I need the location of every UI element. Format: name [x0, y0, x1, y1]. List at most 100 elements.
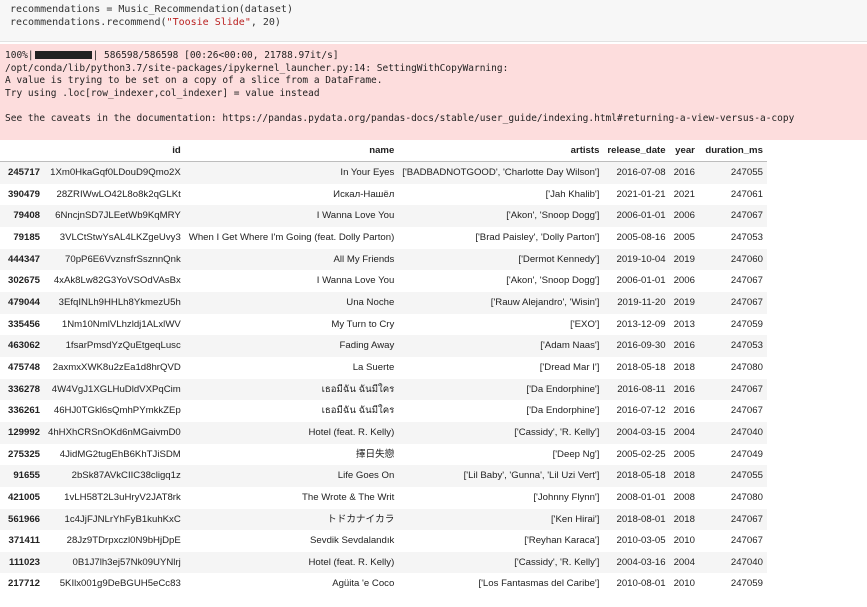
- row-index: 479044: [7, 296, 40, 308]
- table-cell: 2016-09-30: [616, 340, 666, 352]
- table-cell: ['BADBADNOTGOOD', 'Charlotte Day Wilson'…: [402, 167, 600, 178]
- table-cell: 70pP6E6VvznsfrSsznnQnk: [65, 253, 181, 265]
- table-cell: ['Akon', 'Snoop Dogg']: [506, 275, 600, 287]
- column-header-duration-ms: duration_ms: [698, 141, 767, 162]
- table-cell: 2018: [673, 470, 695, 482]
- stderr-output: 100%| | 586598/586598 [00:26<00:00, 21788…: [0, 44, 867, 140]
- table-cell: Искал-Нашёл: [333, 188, 395, 200]
- table-cell: 247055: [730, 470, 763, 482]
- table-cell: ['Reyhan Karaca']: [524, 535, 600, 547]
- table-cell: 2016-07-12: [616, 405, 666, 417]
- table-cell: Fading Away: [339, 340, 395, 352]
- table-cell: Hotel (feat. R. Kelly): [308, 556, 395, 568]
- table-cell: 2016: [673, 340, 695, 352]
- table-cell: 247049: [730, 448, 763, 460]
- table-cell: 247080: [730, 491, 763, 503]
- table-cell: ['Cassidy', 'R. Kelly']: [514, 556, 600, 568]
- progress-line: 100%| | 586598/586598 [00:26<00:00, 21788…: [5, 50, 339, 61]
- table-cell: 2004-03-15: [616, 426, 666, 438]
- table-cell: ['Da Endorphine']: [526, 383, 600, 395]
- table-row: 444347 70pP6E6VvznsfrSsznnQnk All My Frien…: [0, 248, 767, 271]
- table-cell: 2018-05-18: [616, 361, 666, 373]
- table-cell: 247067: [730, 513, 763, 525]
- table-cell: 1c4JjFJNLrYhFyB1kuhKxC: [64, 513, 181, 525]
- row-index: 275325: [7, 448, 40, 460]
- table-row: 336278 4W4VgJ1XGLHuDldVXPqCim เธอมีฉัน ฉัน…: [0, 378, 767, 401]
- table-cell: 2008-01-01: [616, 491, 666, 503]
- table-cell: 247061: [730, 188, 763, 200]
- table-cell: トドカナイカラ: [327, 513, 395, 525]
- table-cell: ['Cassidy', 'R. Kelly']: [514, 426, 600, 438]
- table-cell: 247053: [730, 231, 763, 243]
- table-cell: ['Ken Hirai']: [550, 513, 600, 525]
- table-cell: 2016: [673, 383, 695, 395]
- table-cell: 2021: [673, 188, 695, 200]
- table-row: 479044 3EfqINLh9HHLh8YkmezU5h Una Noche ['R…: [0, 291, 767, 314]
- table-cell: 4W4VgJ1XGLHuDldVXPqCim: [51, 383, 181, 395]
- table-cell: 2006-01-01: [616, 210, 666, 222]
- table-cell: 2016: [673, 405, 695, 417]
- table-cell: I Wanna Love You: [316, 210, 395, 222]
- progress-percent: 100%|: [5, 50, 34, 61]
- index-header: [0, 141, 44, 162]
- table-row: 463062 1fsarPmsdYzQuEtgeqLusc Fading Away […: [0, 335, 767, 357]
- table-row: 561966 1c4JjFJNLrYhFyB1kuhKxC トドカナイカラ ['Ken…: [0, 508, 767, 531]
- table-cell: 2021-01-21: [616, 188, 666, 200]
- table-cell: ['Rauw Alejandro', 'Wisin']: [490, 296, 600, 308]
- table-cell: 247067: [730, 383, 763, 395]
- warning-line: /opt/conda/lib/python3.7/site-packages/i…: [5, 62, 509, 74]
- table-row: 111023 0B1J7lh3ej57Nk09UYNlrj Hotel (feat.…: [0, 551, 767, 574]
- row-index: 371411: [8, 535, 40, 547]
- table-row: 475748 2axmxXWK8u2zEa1d8hrQVD La Suerte ['D…: [0, 356, 767, 379]
- table-cell: 2005-02-25: [616, 448, 666, 460]
- table-cell: ['Lil Baby', 'Gunna', 'Lil Uzi Vert']: [463, 470, 600, 482]
- table-cell: ['Johnny Flynn']: [533, 491, 600, 503]
- table-cell: Hotel (feat. R. Kelly): [308, 426, 395, 438]
- progress-stats: | 586598/586598 [00:26<00:00, 21788.97it…: [92, 50, 339, 61]
- table-cell: 46HJ0TGkl6sQmhPYmkkZEp: [53, 405, 181, 417]
- table-row: 390479 28ZRIWwLO42L8o8k2qGLKt Искал-Нашёл […: [0, 183, 767, 206]
- table-cell: 2006: [673, 210, 695, 222]
- code-line-1: recommendations = Music_Recommendation(d…: [10, 4, 293, 15]
- table-cell: 247067: [730, 210, 763, 222]
- table-cell: 247040: [730, 556, 763, 568]
- warning-line: See the caveats in the documentation: ht…: [5, 112, 795, 124]
- table-cell: Sevdik Sevdalandık: [310, 535, 395, 547]
- row-index: 463062: [7, 340, 40, 352]
- table-cell: 1Nm10NmlVLhzldj1ALxlWV: [61, 318, 181, 330]
- table-cell: 2013: [673, 318, 695, 330]
- table-cell: 2019-10-04: [616, 253, 666, 265]
- code-cell-input[interactable]: recommendations = Music_Recommendation(d…: [0, 0, 867, 42]
- row-index: 336261: [7, 405, 40, 417]
- code-line-2-args: , 20): [250, 16, 281, 28]
- row-index: 129992: [7, 426, 40, 438]
- row-index: 79408: [13, 210, 40, 222]
- row-index: 302675: [7, 275, 40, 287]
- table-cell: 2018: [673, 513, 695, 525]
- table-cell: 5KIlx001g9DeBGUH5eCc83: [59, 578, 181, 590]
- table-cell: ['Dermot Kennedy']: [518, 253, 600, 265]
- table-cell: 2018-05-18: [616, 470, 666, 482]
- table-cell: 247055: [730, 167, 763, 178]
- table-row: 129992 4hHXhCRSnOKd6nMGaivmD0 Hotel (feat.…: [0, 421, 767, 444]
- table-cell: 6NncjnSD7JLEetWb9KqMRY: [55, 210, 181, 222]
- table-cell: 247080: [730, 361, 763, 373]
- row-index: 475748: [7, 361, 40, 373]
- table-cell: 247060: [730, 253, 763, 265]
- row-index: 111023: [9, 556, 40, 568]
- table-cell: 2006: [673, 275, 695, 287]
- column-header-name: name: [184, 141, 399, 162]
- dataframe-output: id name artists release_date year duration_ms…: [0, 141, 767, 596]
- table-cell: 2004: [673, 556, 695, 568]
- table-cell: 2005: [673, 448, 695, 460]
- table-cell: 2016: [673, 167, 695, 178]
- table-cell: 247067: [730, 275, 763, 287]
- table-cell: Life Goes On: [337, 470, 395, 482]
- table-cell: 247067: [730, 296, 763, 308]
- table-cell: 4JidMG2tugEhB6KhTJiSDM: [59, 448, 181, 460]
- row-index: 561966: [7, 513, 40, 525]
- table-cell: ['Los Fantasmas del Caribe']: [478, 578, 600, 590]
- table-cell: 2018: [673, 361, 695, 373]
- table-cell: 247059: [730, 318, 763, 330]
- table-row: 302675 4xAk8Lw82G3YoVSOdVAsBx I Wanna Love…: [0, 270, 767, 292]
